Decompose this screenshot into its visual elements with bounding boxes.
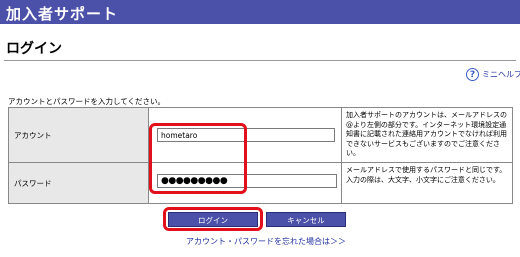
password-note: メールアドレスで使用するパスワードと同じです。入力の際は、大文字、小文字にご注意… [346,166,507,184]
cancel-button[interactable]: キャンセル [266,212,346,227]
login-button[interactable]: ログイン [168,212,258,227]
forgot-password-link[interactable]: アカウント・パスワードを忘れた場合は＞＞ [186,236,346,247]
account-input[interactable] [157,128,335,142]
header-bar: 加入者サポート [0,0,520,24]
account-label: アカウント [9,108,149,162]
question-mark-icon: ? [466,68,479,81]
header-title: 加入者サポート [6,5,119,23]
password-label: パスワード [9,163,149,203]
password-input-cell [149,163,342,203]
password-row: パスワード メールアドレスで使用するパスワードと同じです。入力の際は、大文字、小… [9,163,512,203]
page-title: ログイン [6,41,62,57]
account-input-cell [149,108,342,162]
account-row: アカウント 加入者サポートのアカウントは、メールアドレスの@より左側の部分です。… [9,108,512,163]
mini-help-link[interactable]: ? ミニヘルプ [466,68,520,81]
title-divider [4,60,516,61]
account-note: 加入者サポートのアカウントは、メールアドレスの@より左側の部分です。インターネッ… [346,111,507,158]
mini-help-label: ミニヘルプ [482,70,520,79]
form-instruction: アカウントとパスワードを入力してください。 [8,97,166,106]
login-form-table: アカウント 加入者サポートのアカウントは、メールアドレスの@より左側の部分です。… [8,107,513,204]
password-input[interactable] [157,174,337,188]
